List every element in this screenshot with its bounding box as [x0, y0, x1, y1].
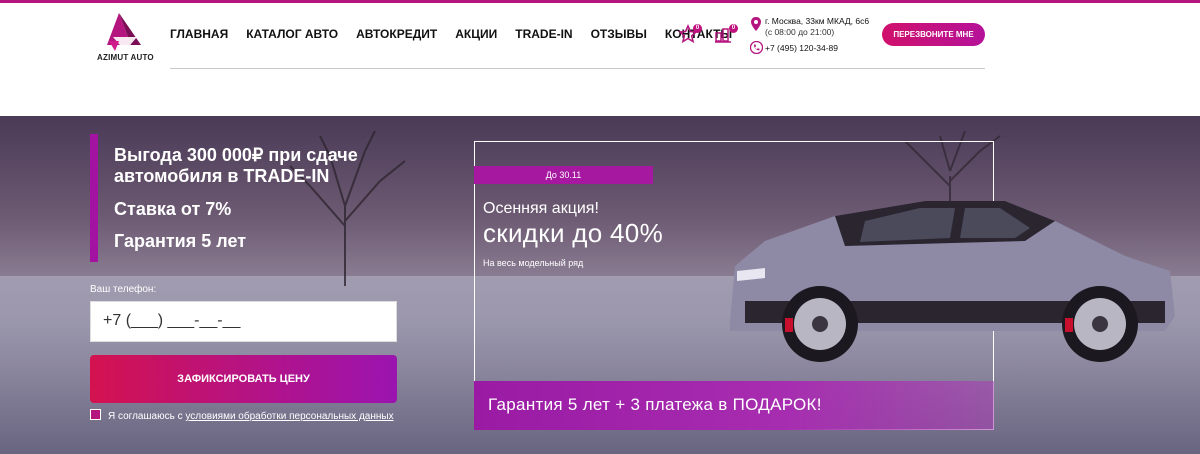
phone-field[interactable]: +7 (___) ___-__-__ — [90, 301, 397, 342]
consent-text: Я соглашаюсь с условиями обработки персо… — [108, 411, 394, 422]
header-divider — [170, 68, 985, 69]
phone-icon — [750, 41, 763, 54]
offer-trade-in: Выгода 300 000₽ при сдаче автомобиля в T… — [114, 145, 358, 186]
nav-item-trade-in[interactable]: TRADE-IN — [515, 27, 572, 41]
phone-link[interactable]: +7 (495) 120-34-89 — [765, 43, 838, 53]
favorites-button[interactable]: 0 — [678, 23, 702, 44]
consent-checkbox[interactable] — [90, 409, 101, 420]
nav-item-promotions[interactable]: АКЦИИ — [455, 27, 497, 41]
compare-count-badge: 0 — [729, 24, 738, 33]
site-header: AZIMUT AUTO ГЛАВНАЯ КАТАЛОГ АВТО АВТОКРЕ… — [0, 3, 1200, 116]
main-nav: ГЛАВНАЯ КАТАЛОГ АВТО АВТОКРЕДИТ АКЦИИ TR… — [170, 27, 750, 41]
promo-date-tag: До 30.11 — [474, 166, 653, 184]
logo-text: AZIMUT AUTO — [97, 53, 154, 62]
nav-item-credit[interactable]: АВТОКРЕДИТ — [356, 27, 437, 41]
offer-rate: Ставка от 7% — [114, 199, 232, 219]
nav-item-catalog[interactable]: КАТАЛОГ АВТО — [246, 27, 338, 41]
favorites-count-badge: 0 — [693, 24, 702, 33]
promo-headline: скидки до 40% — [483, 218, 663, 248]
working-hours: (с 08:00 до 21:00) — [765, 27, 835, 37]
car-image — [730, 201, 1175, 362]
nav-item-reviews[interactable]: ОТЗЫВЫ — [591, 27, 647, 41]
location-pin-icon — [751, 17, 761, 31]
address-text: г. Москва, 33км МКАД, 6с6 — [765, 16, 870, 26]
nav-item-home[interactable]: ГЛАВНАЯ — [170, 27, 228, 41]
compare-button[interactable]: 0 — [714, 24, 738, 44]
consent-prefix: Я соглашаюсь с — [108, 411, 186, 422]
fix-price-button[interactable]: ЗАФИКСИРОВАТЬ ЦЕНУ — [90, 355, 397, 403]
offer-accent-bar — [90, 134, 98, 262]
phone-field-label: Ваш телефон: — [90, 284, 157, 295]
callback-button[interactable]: ПЕРЕЗВОНИТЕ МНЕ — [882, 23, 985, 46]
gift-text: Гарантия 5 лет + 3 платежа в ПОДАРОК! — [488, 395, 822, 414]
offer-warranty: Гарантия 5 лет — [114, 231, 247, 251]
promo-title: Осенняя акция! — [483, 200, 599, 217]
hero-banner: Выгода 300 000₽ при сдаче автомобиля в T… — [0, 116, 1200, 454]
privacy-policy-link[interactable]: условиями обработки персональных данных — [185, 411, 393, 422]
promo-subtitle: На весь модельный ряд — [483, 258, 584, 268]
